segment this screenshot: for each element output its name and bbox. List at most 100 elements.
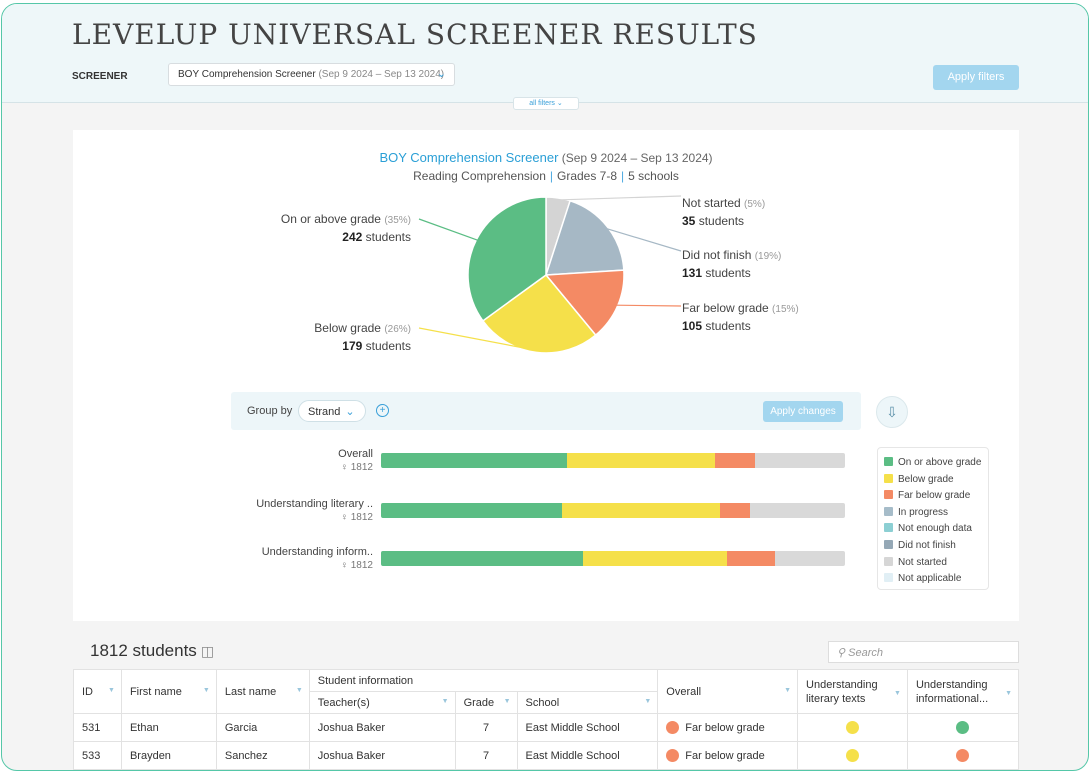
bar-segment[interactable] bbox=[381, 453, 567, 468]
stacked-bar[interactable] bbox=[381, 551, 845, 566]
bar-segment[interactable] bbox=[582, 551, 727, 566]
filter-icon[interactable]: ▼ bbox=[442, 698, 449, 705]
search-input[interactable]: ⚲ Search bbox=[828, 641, 1019, 663]
students-table: ID ▼ First name ▼ Last name ▼ Student infor… bbox=[73, 669, 1020, 770]
download-icon[interactable]: ⇩ bbox=[876, 396, 908, 428]
header-school[interactable]: School ▼ bbox=[516, 691, 659, 714]
bar-segment[interactable] bbox=[561, 503, 720, 518]
header-overall-label: Overall bbox=[666, 685, 702, 698]
header-literary[interactable]: Understanding literary texts ▼ bbox=[797, 669, 908, 714]
pie-label-name: On or above grade bbox=[280, 212, 385, 226]
table-row[interactable]: 531 Ethan Garcia Joshua Baker 7 East Middle S… bbox=[73, 713, 1020, 742]
header-first-name[interactable]: First name ▼ bbox=[120, 669, 217, 714]
legend-label: Below grade bbox=[898, 473, 954, 485]
legend-label: Not enough data bbox=[898, 523, 972, 535]
cell-first: Brayden bbox=[120, 741, 217, 770]
cell-lit bbox=[797, 741, 908, 770]
bar-segment[interactable] bbox=[754, 453, 845, 468]
filter-icon[interactable]: ▼ bbox=[894, 687, 901, 701]
stacked-bar[interactable] bbox=[381, 503, 845, 518]
cell-last: Garcia bbox=[215, 713, 310, 742]
filter-icon[interactable]: ▼ bbox=[1005, 687, 1012, 701]
add-group-icon[interactable]: + bbox=[376, 404, 389, 417]
overall-status-text: Far below grade bbox=[685, 722, 765, 734]
pie-label-name: Did not finish bbox=[682, 248, 755, 262]
group-by-select[interactable]: Strand ⌄ bbox=[298, 400, 366, 422]
header-last-name[interactable]: Last name ▼ bbox=[215, 669, 310, 714]
status-dot bbox=[666, 721, 680, 734]
apply-filters-button[interactable]: Apply filters bbox=[933, 65, 1019, 90]
filter-icon[interactable]: ▼ bbox=[784, 687, 791, 694]
pie-label-unit: students bbox=[362, 230, 411, 244]
pie-label-unit: students bbox=[702, 266, 751, 280]
filter-icon[interactable]: ▼ bbox=[504, 698, 511, 705]
cell-teacher: Joshua Baker bbox=[308, 713, 456, 742]
header-grade-label: Grade bbox=[463, 696, 495, 709]
bar-segment[interactable] bbox=[726, 551, 776, 566]
legend-label: Far below grade bbox=[898, 490, 971, 502]
pie-label-unit: students bbox=[695, 214, 745, 228]
header-student-info: Student information bbox=[308, 669, 659, 692]
header-info-label: Understanding informational... bbox=[915, 678, 989, 705]
screener-select-dates: (Sep 9 2024 – Sep 13 2024) bbox=[318, 69, 445, 80]
legend-swatch bbox=[884, 473, 893, 483]
filter-icon[interactable]: ▼ bbox=[644, 698, 651, 705]
bar-row-label: Overall ♀ 1812 bbox=[173, 448, 373, 473]
header-school-label: School bbox=[525, 696, 560, 709]
bar-segment[interactable] bbox=[775, 551, 845, 566]
bar-segment[interactable] bbox=[719, 503, 750, 518]
screener-label: SCREENER bbox=[72, 71, 128, 82]
legend-swatch bbox=[884, 457, 893, 466]
pie-leader-line bbox=[418, 218, 479, 242]
all-filters-label: all filters bbox=[529, 100, 555, 107]
bar-segment[interactable] bbox=[749, 503, 845, 518]
header-grade[interactable]: Grade ▼ bbox=[454, 691, 518, 714]
bar-segment[interactable] bbox=[566, 453, 716, 468]
bar-count: ♀ 1812 bbox=[340, 512, 373, 523]
cell-grade: 7 bbox=[454, 741, 518, 770]
legend-label: Not started bbox=[898, 556, 947, 568]
bar-category-label: Understanding inform.. bbox=[261, 546, 373, 558]
header-overall[interactable]: Overall ▼ bbox=[657, 669, 799, 714]
cell-id: 533 bbox=[73, 741, 122, 770]
pie-label-percent: (35%) bbox=[384, 215, 411, 226]
header-informational[interactable]: Understanding informational... ▼ bbox=[906, 669, 1020, 714]
table-row[interactable]: 533 Brayden Sanchez Joshua Baker 7 East Middl… bbox=[73, 741, 1020, 770]
pie-label-unit: students bbox=[362, 339, 411, 353]
legend-swatch bbox=[884, 506, 893, 516]
status-dot bbox=[846, 749, 860, 762]
cell-lit bbox=[797, 713, 908, 742]
filter-icon[interactable]: ▼ bbox=[108, 687, 115, 694]
header-lit-label: Understanding literary texts bbox=[806, 678, 878, 705]
pie-label: Below grade (26%) 179 students bbox=[314, 320, 411, 355]
pie-chart bbox=[418, 195, 682, 354]
header-teacher[interactable]: Teacher(s) ▼ bbox=[308, 691, 456, 714]
bar-segment[interactable] bbox=[381, 503, 562, 518]
bar-segment[interactable] bbox=[381, 551, 583, 566]
export-icon[interactable]: ◫ bbox=[201, 643, 214, 659]
filter-header: LEVELUP UNIVERSAL SCREENER RESULTS SCREE… bbox=[2, 4, 1088, 103]
header-first-label: First name bbox=[129, 685, 182, 698]
header-teacher-label: Teacher(s) bbox=[317, 696, 370, 709]
cell-id: 531 bbox=[73, 713, 122, 742]
status-dot bbox=[956, 721, 970, 734]
bar-segment[interactable] bbox=[715, 453, 755, 468]
filter-icon[interactable]: ▼ bbox=[203, 687, 210, 694]
pie-leader-line bbox=[615, 304, 682, 307]
header-group-label: Student information bbox=[317, 674, 414, 687]
legend-swatch bbox=[884, 539, 893, 549]
student-count-text: 1812 students bbox=[90, 641, 197, 660]
stacked-bar[interactable] bbox=[381, 453, 845, 468]
student-count: 1812 students ◫ bbox=[90, 641, 214, 661]
search-placeholder: Search bbox=[848, 647, 883, 659]
all-filters-toggle[interactable]: all filters ⌄ bbox=[513, 97, 579, 110]
cell-school: East Middle School bbox=[516, 713, 659, 742]
header-id[interactable]: ID ▼ bbox=[73, 669, 122, 714]
legend-swatch bbox=[884, 556, 893, 566]
header-last-label: Last name bbox=[224, 685, 277, 698]
cell-school: East Middle School bbox=[516, 741, 659, 770]
pie-label: Not started (5%) 35 students bbox=[682, 195, 765, 230]
screener-select[interactable]: BOY Comprehension Screener (Sep 9 2024 –… bbox=[168, 63, 455, 86]
apply-changes-button[interactable]: Apply changes bbox=[763, 401, 843, 422]
filter-icon[interactable]: ▼ bbox=[296, 687, 303, 694]
